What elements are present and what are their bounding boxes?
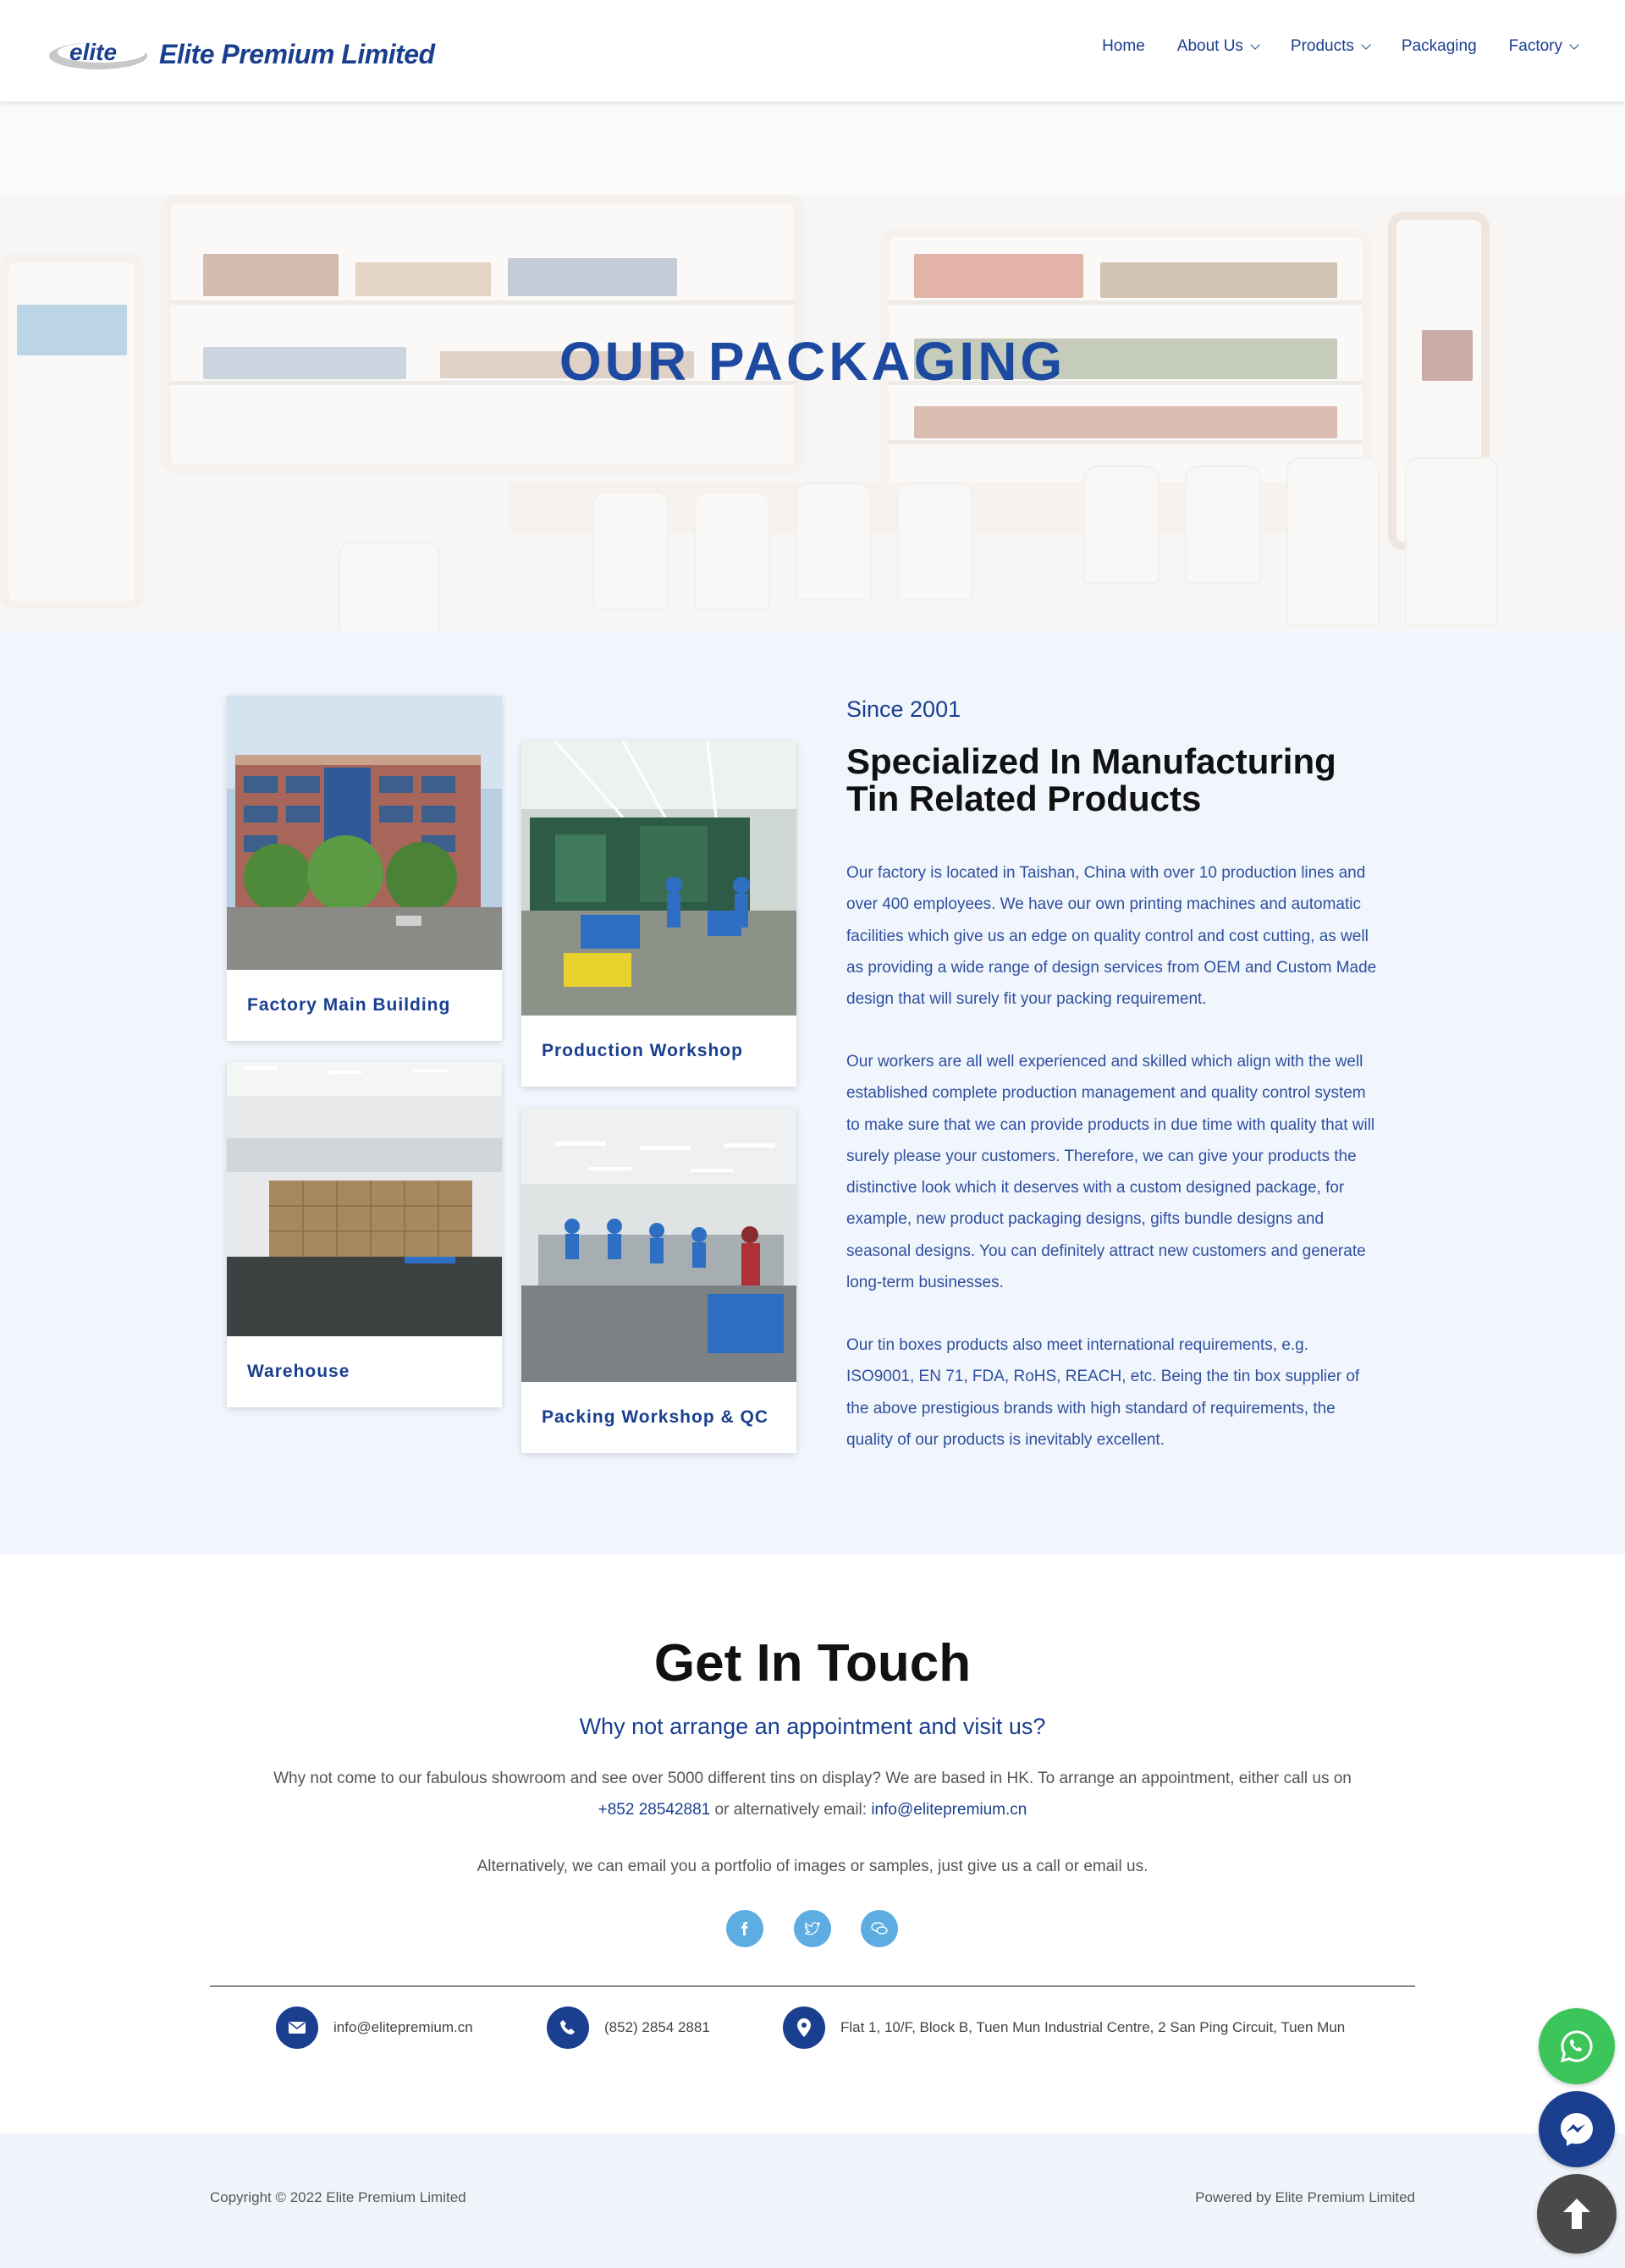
footer-copyright: Copyright © 2022 Elite Premium Limited [210,2189,466,2205]
contact-divider [210,1985,1415,1987]
nav-packaging[interactable]: Packaging [1402,37,1477,56]
card-caption: Production Workshop [542,1041,743,1060]
site-footer: Copyright © 2022 Elite Premium Limited P… [0,2133,1625,2268]
nav-about-label: About Us [1176,37,1243,55]
contact-info-phone[interactable]: (852) 2854 2881 [547,2007,710,2049]
since-label: Since 2001 [846,696,961,722]
site-logo[interactable]: elite Elite Premium Limited [47,34,435,74]
nav-factory-label: Factory [1508,37,1562,55]
hero-title: OUR PACKAGING [559,331,1066,392]
elite-logo-icon: elite [49,39,147,69]
facebook-link[interactable] [726,1910,763,1947]
whatsapp-icon [1560,2030,1593,2063]
card-caption: Warehouse [247,1362,350,1381]
chevron-down-icon [1569,39,1579,50]
nav-home-label: Home [1102,37,1145,55]
gallery-card-production-workshop[interactable]: Production Workshop [521,741,796,1087]
contact-info-email[interactable]: info@elitepremium.cn [276,2007,473,2049]
scroll-to-top-button[interactable] [1537,2174,1617,2254]
contact-info-address-text: Flat 1, 10/F, Block B, Tuen Mun Industri… [840,2019,1346,2035]
chevron-down-icon [1250,39,1260,50]
facebook-icon [741,1922,748,1935]
card-caption: Factory Main Building [247,995,451,1015]
contact-info-address[interactable]: Flat 1, 10/F, Block B, Tuen Mun Industri… [783,2007,1345,2049]
envelope-icon [276,2007,318,2049]
twitter-link[interactable] [794,1910,831,1947]
warehouse-photo [227,1062,502,1336]
phone-icon [547,2007,589,2049]
card-caption: Packing Workshop & QC [542,1407,768,1427]
about-paragraph-3: Our tin boxes products also meet interna… [846,1336,1360,1449]
about-paragraph-2: Our workers are all well experienced and… [846,1053,1375,1292]
gallery-card-factory-building[interactable]: Factory Main Building [227,696,502,1041]
about-paragraph-1: Our factory is located in Taishan, China… [846,864,1377,1009]
contact-text-before: Why not come to our fabulous showroom an… [273,1770,1352,1787]
contact-text: Why not come to our fabulous showroom an… [262,1763,1363,1825]
whatsapp-button[interactable] [1539,2008,1615,2084]
about-heading: Specialized In Manufacturing Tin Related… [846,741,1336,818]
nav-home[interactable]: Home [1102,37,1145,56]
contact-info-phone-text: (852) 2854 2881 [604,2019,710,2035]
contact-alt-text: Alternatively, we can email you a portfo… [476,1858,1149,1875]
gallery-card-warehouse[interactable]: Warehouse [227,1062,502,1407]
nav-products-label: Products [1290,37,1354,55]
hero-banner: OUR PACKAGING [0,102,1625,630]
production-workshop-photo [521,741,796,1016]
nav-factory[interactable]: Factory [1508,37,1579,56]
factory-building-photo [227,696,502,970]
chat-icon [871,1922,888,1935]
messenger-icon [1561,2113,1593,2146]
main-nav: Home About Us Products Packaging Factory [1102,37,1579,56]
arrow-up-icon [1563,2199,1590,2229]
chevron-down-icon [1361,39,1371,50]
site-header: elite Elite Premium Limited Home About U… [0,0,1625,102]
email-link[interactable]: info@elitepremium.cn [871,1801,1027,1819]
messenger-button[interactable] [1539,2091,1615,2167]
twitter-icon [805,1922,820,1935]
contact-info-email-text: info@elitepremium.cn [333,2019,473,2035]
contact-text-middle: or alternatively email: [710,1801,872,1819]
brand-name: Elite Premium Limited [159,38,435,69]
contact-title: Get In Touch [653,1634,972,1693]
footer-powered-by: Powered by Elite Premium Limited [1195,2189,1415,2205]
contact-subtitle: Why not arrange an appointment and visit… [579,1714,1046,1739]
phone-link[interactable]: +852 28542881 [598,1801,711,1819]
nav-about-us[interactable]: About Us [1176,37,1260,56]
gallery-card-packing-workshop[interactable]: Packing Workshop & QC [521,1108,796,1453]
map-pin-icon [783,2007,825,2049]
packing-workshop-photo [521,1108,796,1382]
logo-word: elite [69,39,117,65]
chat-link[interactable] [861,1910,898,1947]
nav-products[interactable]: Products [1290,37,1371,56]
nav-packaging-label: Packaging [1401,37,1477,55]
